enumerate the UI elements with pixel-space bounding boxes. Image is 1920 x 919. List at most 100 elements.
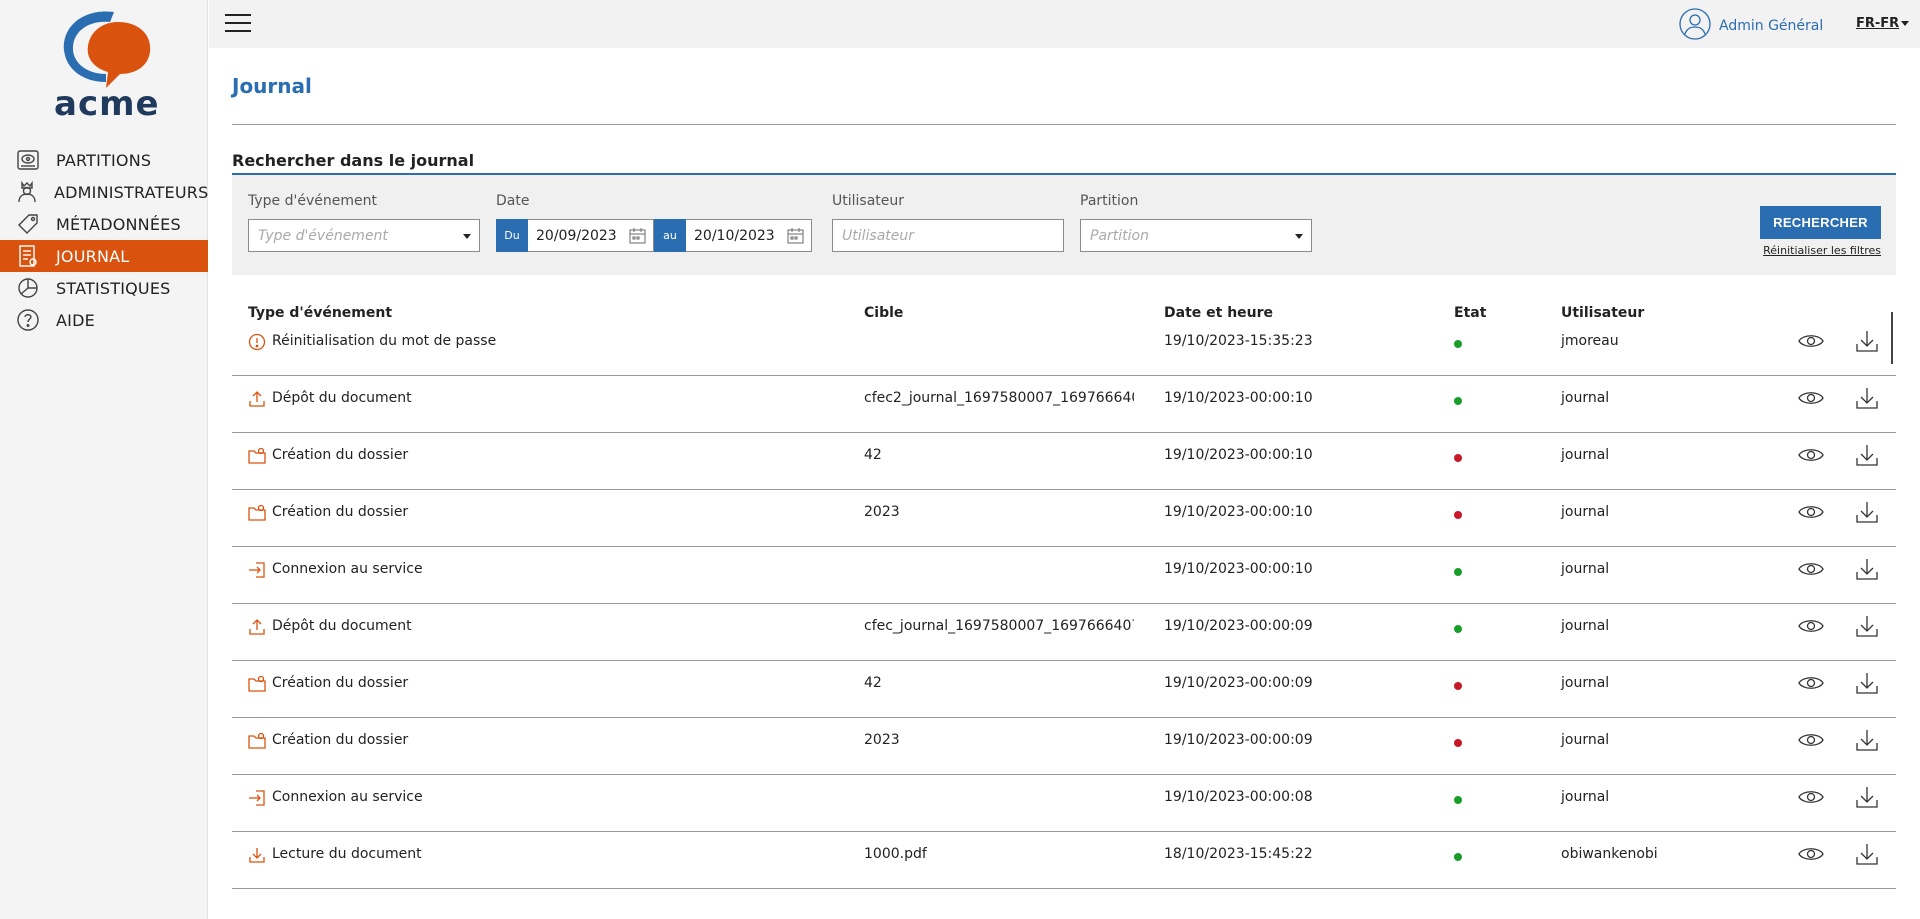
date-cell: 19/10/2023-00:00:10 <box>1164 390 1313 406</box>
download-icon[interactable] <box>1855 557 1879 581</box>
status-dot <box>1454 853 1462 861</box>
scrollbar[interactable] <box>1891 312 1893 364</box>
view-icon[interactable] <box>1798 388 1824 408</box>
acme-logo[interactable]: acme <box>54 6 159 124</box>
table-row[interactable]: Création du dossier 42 19/10/2023-00:00:10… <box>232 433 1896 490</box>
event-type-placeholder: Type d'événement <box>258 228 388 244</box>
date-cell: 19/10/2023-00:00:08 <box>1164 789 1313 805</box>
date-to-tag: au <box>654 219 686 252</box>
date-cell: 19/10/2023-00:00:09 <box>1164 618 1313 634</box>
journal-icon <box>15 243 41 269</box>
pie-chart-icon <box>15 275 41 301</box>
user-cell: journal <box>1561 447 1610 463</box>
date-to-field[interactable]: 20/10/2023 <box>686 219 812 252</box>
calendar-icon[interactable] <box>787 228 804 248</box>
sidebar-item-label: PARTITIONS <box>56 150 152 170</box>
table-row[interactable]: Lecture du document 1000.pdf 18/10/2023-15… <box>232 832 1896 889</box>
reset-filters-link[interactable]: Réinitialiser les filtres <box>1760 244 1881 257</box>
download-icon[interactable] <box>1855 443 1879 467</box>
upload-icon <box>248 390 266 408</box>
date-cell: 19/10/2023-00:00:09 <box>1164 675 1313 691</box>
table-row[interactable]: Réinitialisation du mot de passe 19/10/20… <box>232 319 1896 376</box>
view-icon[interactable] <box>1798 331 1824 351</box>
table-row[interactable]: Dépôt du document cfec2_journal_169758000… <box>232 376 1896 433</box>
view-icon[interactable] <box>1798 844 1824 864</box>
partition-select[interactable]: Partition <box>1080 219 1312 252</box>
sidebar-item-label: ADMINISTRATEURS <box>54 182 209 202</box>
table-row[interactable]: Création du dossier 2023 19/10/2023-00:00:… <box>232 490 1896 547</box>
user-placeholder: Utilisateur <box>842 228 915 244</box>
status-dot <box>1454 739 1462 747</box>
event-type-cell: Dépôt du document <box>272 618 412 634</box>
event-type-cell: Création du dossier <box>272 447 409 463</box>
user-cell: obiwankenobi <box>1561 846 1658 862</box>
search-button[interactable]: RECHERCHER <box>1760 206 1881 239</box>
upload-icon <box>248 618 266 636</box>
chevron-down-icon <box>1901 21 1909 26</box>
target-cell: cfec_journal_1697580007_1697666407.xn <box>864 618 1134 634</box>
sidebar-item-metadonnees[interactable]: MÉTADONNÉES <box>0 208 208 240</box>
user-name: Admin Général <box>1719 18 1824 34</box>
menu-toggle-icon[interactable] <box>225 14 251 34</box>
view-icon[interactable] <box>1798 502 1824 522</box>
sidebar-item-partitions[interactable]: PARTITIONS <box>0 144 208 176</box>
date-cell: 19/10/2023-00:00:10 <box>1164 504 1313 520</box>
sidebar-item-statistiques[interactable]: STATISTIQUES <box>0 272 208 304</box>
status-dot <box>1454 340 1462 348</box>
language-selector[interactable]: FR-FR <box>1856 16 1899 31</box>
page-title: Journal <box>232 74 312 98</box>
date-cell: 19/10/2023-00:00:10 <box>1164 447 1313 463</box>
date-from-field[interactable]: 20/09/2023 <box>528 219 654 252</box>
table-row[interactable]: Dépôt du document cfec_journal_1697580007… <box>232 604 1896 661</box>
folder-add-icon <box>248 504 266 522</box>
download-icon[interactable] <box>1855 386 1879 410</box>
event-type-select[interactable]: Type d'événement <box>248 219 480 252</box>
target-cell: 2023 <box>864 732 900 748</box>
status-dot <box>1454 568 1462 576</box>
download-icon[interactable] <box>1855 671 1879 695</box>
target-cell: 42 <box>864 675 882 691</box>
login-icon <box>248 789 266 807</box>
event-type-label: Type d'événement <box>248 193 377 209</box>
event-type-cell: Lecture du document <box>272 846 422 862</box>
download-icon[interactable] <box>1855 785 1879 809</box>
user-cell: jmoreau <box>1561 333 1619 349</box>
table-row[interactable]: Connexion au service 19/10/2023-00:00:08 j… <box>232 775 1896 832</box>
view-icon[interactable] <box>1798 673 1824 693</box>
status-dot <box>1454 682 1462 690</box>
event-type-cell: Création du dossier <box>272 732 409 748</box>
partition-icon <box>15 147 41 173</box>
sidebar-item-administrateurs[interactable]: ADMINISTRATEURS <box>0 176 208 208</box>
sidebar-item-journal[interactable]: JOURNAL <box>0 240 208 272</box>
download-icon[interactable] <box>1855 329 1879 353</box>
filter-panel: Type d'événement Type d'événement Date D… <box>232 175 1896 275</box>
user-cell: journal <box>1561 504 1610 520</box>
user-cell: journal <box>1561 390 1610 406</box>
calendar-icon[interactable] <box>629 228 646 248</box>
target-cell: cfec2_journal_1697580007_1697666407.x <box>864 390 1134 406</box>
view-icon[interactable] <box>1798 445 1824 465</box>
table-row[interactable]: Création du dossier 2023 19/10/2023-00:00:… <box>232 718 1896 775</box>
download-icon[interactable] <box>1855 500 1879 524</box>
user-menu[interactable]: Admin Général <box>1679 8 1823 44</box>
administrators-icon <box>15 179 39 205</box>
view-icon[interactable] <box>1798 730 1824 750</box>
download-icon[interactable] <box>1855 842 1879 866</box>
download-icon[interactable] <box>1855 614 1879 638</box>
date-cell: 19/10/2023-15:35:23 <box>1164 333 1313 349</box>
user-input[interactable]: Utilisateur <box>832 219 1064 252</box>
user-avatar-icon <box>1679 8 1711 44</box>
view-icon[interactable] <box>1798 559 1824 579</box>
event-type-cell: Création du dossier <box>272 504 409 520</box>
table-row[interactable]: Connexion au service 19/10/2023-00:00:10 j… <box>232 547 1896 604</box>
sidebar-item-aide[interactable]: AIDE <box>0 304 208 336</box>
folder-add-icon <box>248 732 266 750</box>
download-icon[interactable] <box>1855 728 1879 752</box>
partition-placeholder: Partition <box>1090 228 1149 244</box>
table-row[interactable]: Création du dossier 42 19/10/2023-00:00:09… <box>232 661 1896 718</box>
view-icon[interactable] <box>1798 616 1824 636</box>
logo-mark-icon <box>63 11 151 88</box>
user-cell: journal <box>1561 732 1610 748</box>
view-icon[interactable] <box>1798 787 1824 807</box>
status-dot <box>1454 397 1462 405</box>
